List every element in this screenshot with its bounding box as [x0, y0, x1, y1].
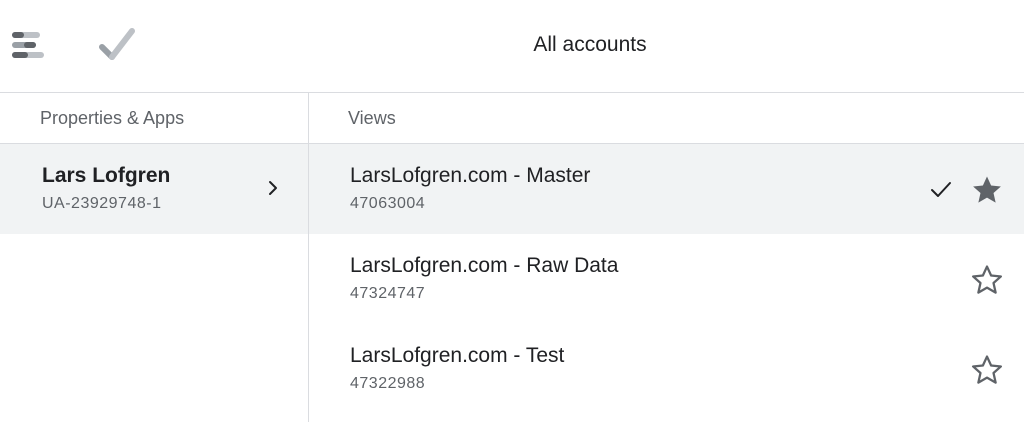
properties-column: Properties & Apps Lars Lofgren UA-239297…: [0, 93, 309, 422]
view-name: LarsLofgren.com - Raw Data: [350, 254, 619, 277]
views-column: Views LarsLofgren.com - Master 47063004 …: [309, 93, 1024, 422]
views-column-header: Views: [309, 93, 1024, 144]
star-outline-icon[interactable]: [970, 263, 1004, 297]
account-selector-panel: Properties & Apps Lars Lofgren UA-239297…: [0, 92, 1024, 422]
view-id: 47063004: [350, 195, 426, 212]
page-title: All accounts: [533, 33, 647, 56]
view-name: LarsLofgren.com - Master: [350, 164, 591, 187]
property-id: UA-23929748-1: [42, 195, 162, 212]
properties-column-header: Properties & Apps: [0, 93, 308, 144]
view-row-raw-data[interactable]: LarsLofgren.com - Raw Data 47324747: [309, 234, 1024, 324]
view-id: 47322988: [350, 375, 426, 392]
star-filled-icon[interactable]: [970, 173, 1004, 207]
analytics-logo-icon[interactable]: [10, 27, 46, 63]
property-name: Lars Lofgren: [42, 164, 171, 187]
top-bar: All accounts: [0, 0, 1024, 92]
view-row-test[interactable]: LarsLofgren.com - Test 47322988: [309, 324, 1024, 414]
checkmark-logo-icon: [99, 28, 135, 60]
check-icon: [931, 182, 951, 197]
property-row-lars-lofgren[interactable]: Lars Lofgren UA-23929748-1: [0, 144, 308, 234]
chevron-right-icon: [269, 181, 277, 195]
view-row-master[interactable]: LarsLofgren.com - Master 47063004: [309, 144, 1024, 234]
view-id: 47324747: [350, 285, 426, 302]
view-name: LarsLofgren.com - Test: [350, 344, 565, 367]
star-outline-icon[interactable]: [970, 353, 1004, 387]
